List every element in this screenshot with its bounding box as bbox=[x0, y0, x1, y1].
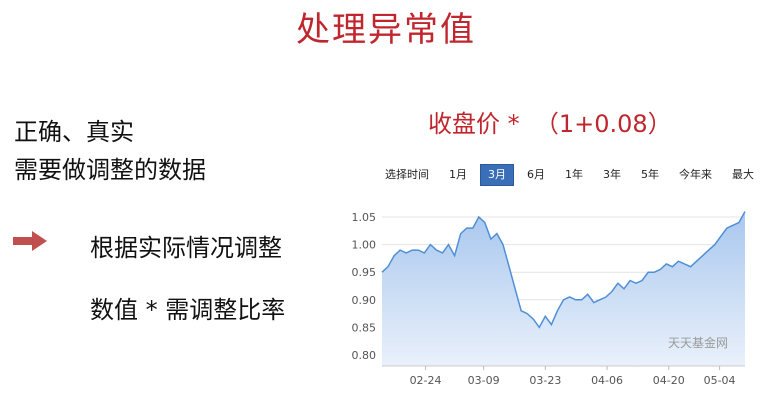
y-tick-label: 0.80 bbox=[352, 349, 377, 362]
tab-1-year[interactable]: 1年 bbox=[558, 165, 590, 185]
x-tick-label: 02-24 bbox=[410, 374, 442, 387]
tab-year-to-date[interactable]: 今年来 bbox=[672, 165, 719, 185]
x-tick-label: 03-09 bbox=[468, 374, 500, 387]
y-tick-label: 1.05 bbox=[352, 211, 377, 224]
text-line-needs-adjust: 需要做调整的数据 bbox=[14, 156, 206, 184]
tab-5-years[interactable]: 5年 bbox=[634, 165, 666, 185]
tab-3-years[interactable]: 3年 bbox=[596, 165, 628, 185]
tab-3-months[interactable]: 3月 bbox=[480, 164, 514, 186]
y-tick-label: 0.85 bbox=[352, 321, 377, 334]
point-adjust-by-situation: 根据实际情况调整 bbox=[90, 234, 282, 262]
range-label: 选择时间 bbox=[385, 168, 429, 181]
y-tick-label: 0.95 bbox=[352, 266, 377, 279]
formula-text: 收盘价 * （1+0.08） bbox=[428, 110, 672, 138]
x-tick-label: 04-06 bbox=[591, 374, 623, 387]
point-value-times-ratio: 数值 * 需调整比率 bbox=[90, 296, 286, 324]
slide-title: 处理异常值 bbox=[296, 10, 476, 50]
tab-1-month[interactable]: 1月 bbox=[442, 165, 474, 185]
tab-max[interactable]: 最大 bbox=[725, 165, 761, 185]
tab-6-months[interactable]: 6月 bbox=[520, 165, 552, 185]
x-tick-label: 05-04 bbox=[704, 374, 736, 387]
x-tick-label: 04-20 bbox=[653, 374, 685, 387]
y-tick-label: 1.00 bbox=[352, 239, 377, 252]
watermark-text: 天天基金网 bbox=[668, 336, 729, 350]
right-arrow-icon bbox=[13, 231, 47, 251]
time-range-tabs: 选择时间 1月 3月 6月 1年 3年 5年 今年来 最大 bbox=[378, 164, 767, 186]
text-line-correct-true: 正确、真实 bbox=[14, 118, 134, 146]
y-tick-label: 0.90 bbox=[352, 294, 377, 307]
x-tick-label: 03-23 bbox=[529, 374, 561, 387]
nav-area-chart: 1.05 1.00 0.95 0.90 0.85 0.80 02-24 03-09 03-23 0… bbox=[352, 211, 746, 387]
